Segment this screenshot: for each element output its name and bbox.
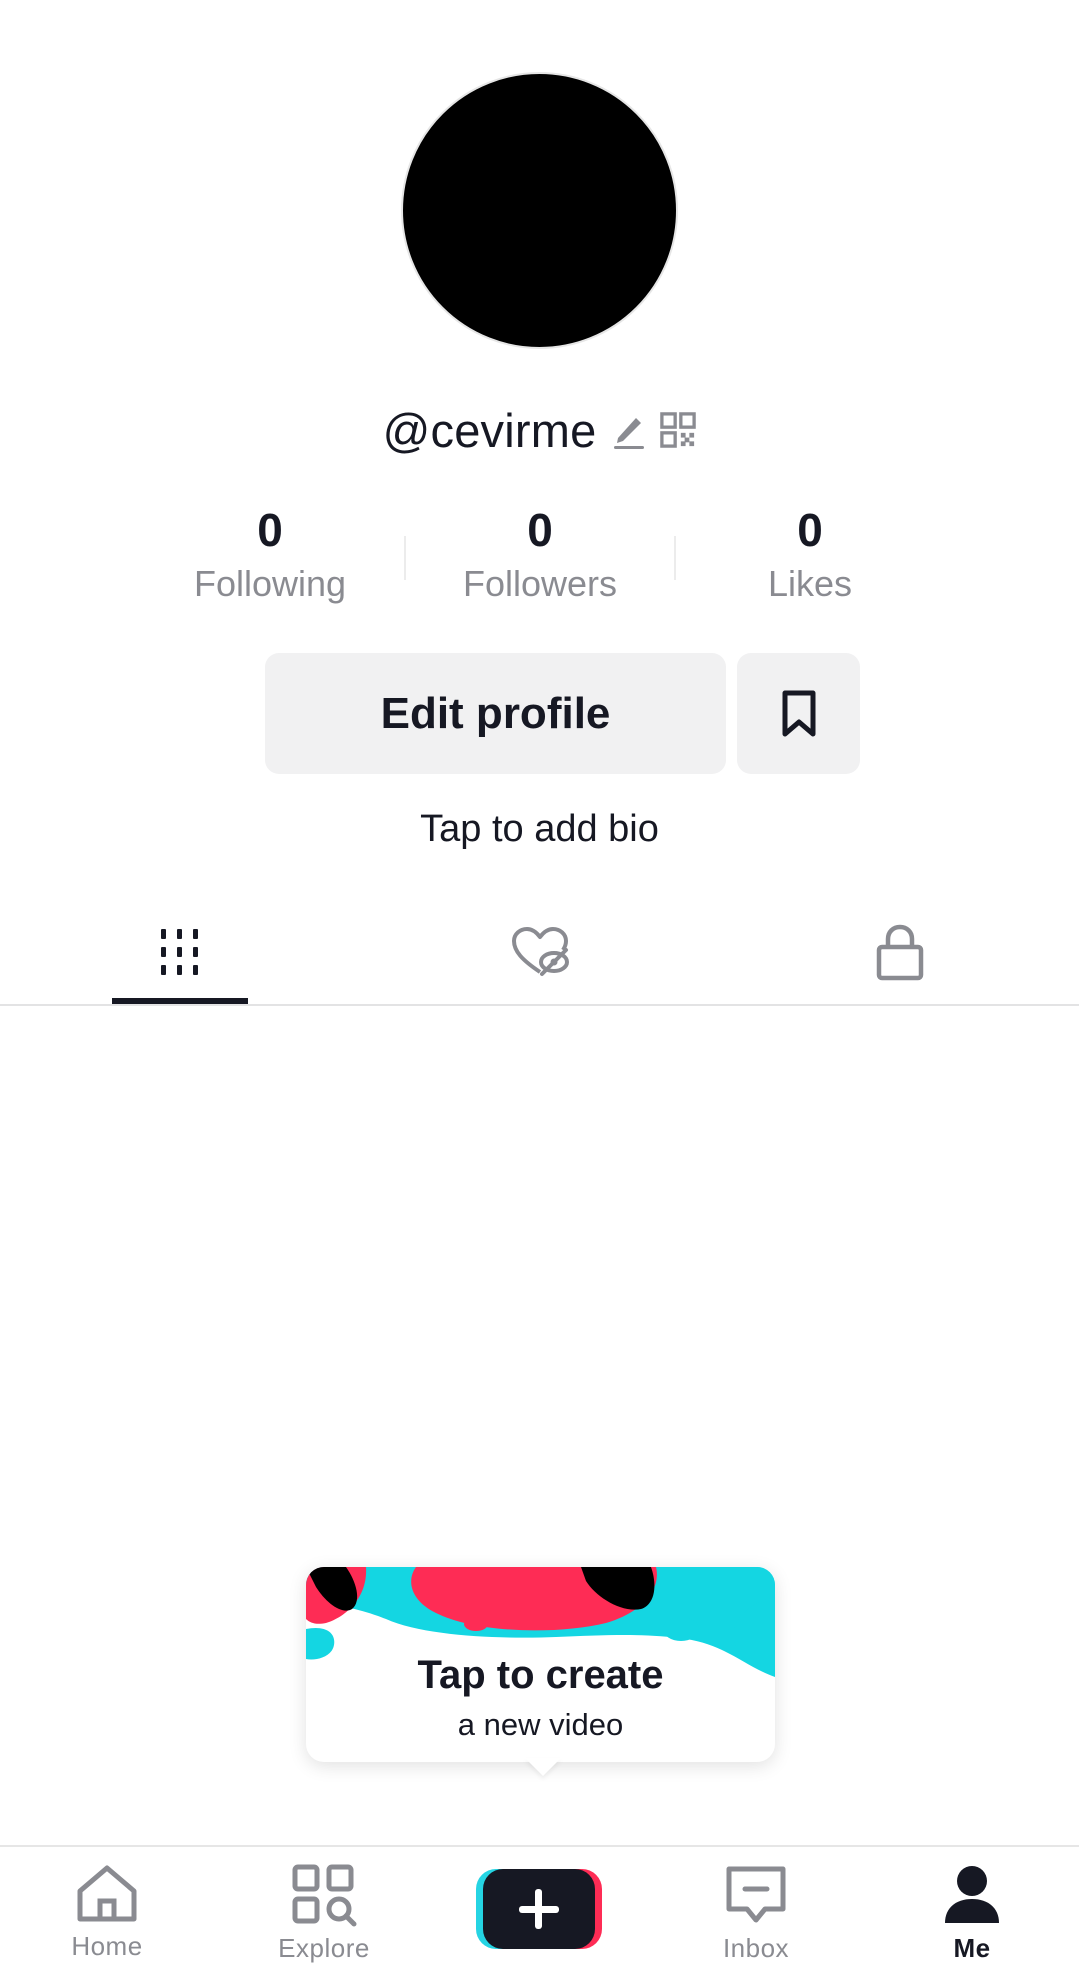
username: @cevirme [382, 403, 597, 457]
bio-prompt[interactable]: Tap to add bio [0, 808, 1079, 851]
stat-divider [404, 536, 406, 580]
home-icon [77, 1865, 137, 1922]
liked-hidden-icon [512, 927, 569, 976]
tab-videos[interactable] [45, 900, 315, 1004]
create-tooltip[interactable]: Tap to create a new video [306, 1567, 775, 1762]
lock-icon [876, 924, 924, 981]
nav-label: Explore [278, 1933, 370, 1963]
stat-divider [674, 536, 676, 580]
nav-me[interactable]: Me [872, 1863, 1072, 1981]
nav-label: Home [71, 1931, 143, 1961]
tooltip-subtitle: a new video [457, 1707, 624, 1742]
stat-value: 0 [257, 504, 283, 556]
grid-icon [161, 929, 198, 975]
nav-explore[interactable]: Explore [224, 1863, 424, 1981]
bookmark-button[interactable] [737, 653, 860, 774]
profile-stats: 0 Following 0 Followers 0 Likes [0, 502, 1079, 612]
inbox-icon [726, 1866, 786, 1923]
stat-label: Followers [462, 563, 618, 604]
profile-tabs [0, 900, 1079, 1006]
bookmark-icon [782, 690, 815, 736]
create-plus-icon [476, 1869, 602, 1949]
username-row: @cevirme [0, 400, 1079, 460]
stat-value: 0 [527, 504, 553, 556]
explore-icon [292, 1864, 357, 1927]
tab-liked[interactable] [405, 900, 675, 1004]
tab-private[interactable] [765, 900, 1035, 1004]
stat-likes[interactable]: 0 Likes [700, 502, 920, 608]
tooltip-title: Tap to create [417, 1653, 664, 1697]
qr-code-icon[interactable] [660, 409, 697, 451]
profile-icon [945, 1866, 999, 1923]
edit-pencil-icon[interactable] [610, 409, 646, 451]
nav-home[interactable]: Home [7, 1863, 207, 1981]
edit-profile-button[interactable]: Edit profile [265, 653, 726, 774]
stat-label: Following [193, 563, 347, 604]
stat-value: 0 [797, 504, 823, 556]
nav-label: Me [953, 1933, 991, 1963]
create-video-button[interactable] [474, 1867, 604, 1951]
stat-label: Likes [767, 563, 853, 604]
stat-following[interactable]: 0 Following [160, 502, 380, 608]
avatar[interactable] [401, 72, 678, 349]
active-tab-indicator [112, 998, 248, 1004]
stat-followers[interactable]: 0 Followers [430, 502, 650, 608]
tooltip-arrow [525, 1758, 561, 1776]
nav-label: Inbox [722, 1933, 790, 1963]
nav-inbox[interactable]: Inbox [656, 1863, 856, 1981]
